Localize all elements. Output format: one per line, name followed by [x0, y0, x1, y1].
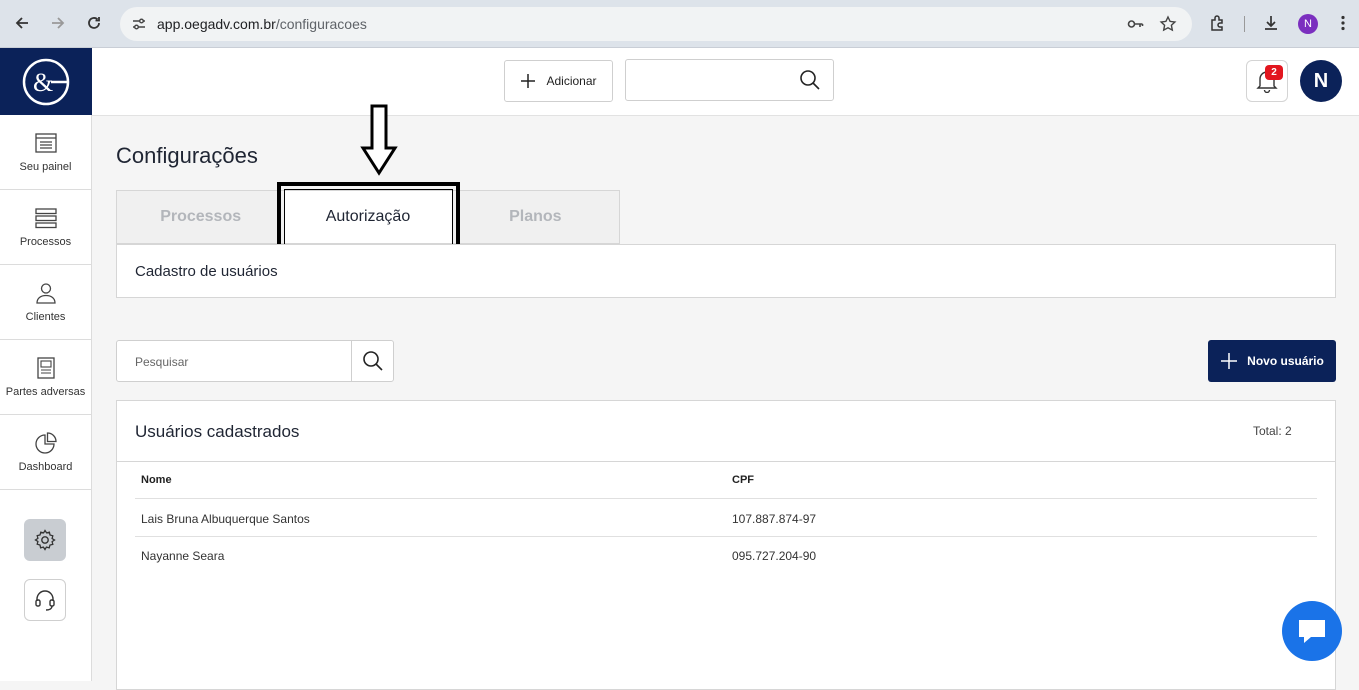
search-icon[interactable]: [799, 69, 821, 91]
back-icon[interactable]: [9, 10, 35, 36]
sidebar-item-processos[interactable]: Processos: [0, 190, 91, 265]
gear-icon: [34, 529, 56, 551]
sidebar-item-label: Clientes: [25, 310, 66, 323]
toolbar-divider: [1244, 16, 1245, 32]
address-bar[interactable]: app.oegadv.com.br/configuracoes: [120, 7, 1192, 41]
sidebar: & Seu painel Processos Clientes Partes a…: [0, 48, 92, 681]
svg-text:&: &: [33, 68, 53, 97]
sidebar-item-clientes[interactable]: Clientes: [0, 265, 91, 340]
reload-icon[interactable]: [81, 10, 107, 36]
users-total: Total: 2: [1253, 424, 1292, 438]
app-logo[interactable]: &: [0, 48, 92, 115]
users-card-title: Usuários cadastrados: [135, 422, 300, 441]
search-placeholder: Pesquisar: [135, 355, 189, 369]
user-avatar[interactable]: N: [1300, 60, 1342, 102]
browser-profile-avatar[interactable]: N: [1298, 14, 1318, 34]
plus-icon: [1221, 353, 1238, 369]
chat-button[interactable]: [1282, 601, 1342, 661]
browser-menu-icon[interactable]: [1330, 10, 1356, 36]
pie-chart-icon: [34, 431, 57, 454]
url-text: app.oegadv.com.br/configuracoes: [157, 16, 367, 32]
sidebar-item-seu-painel[interactable]: Seu painel: [0, 115, 91, 190]
sidebar-item-partes-adversas[interactable]: Partes adversas: [0, 340, 91, 415]
notification-count-badge: 2: [1265, 65, 1283, 80]
table-row-cpf: 107.887.874-97: [732, 512, 817, 526]
sidebar-item-label: Processos: [19, 235, 72, 248]
chat-bubble-icon: [1299, 620, 1325, 643]
user-search-input[interactable]: Pesquisar: [116, 340, 394, 382]
section-label: Cadastro de usuários: [135, 263, 278, 280]
page-title: Configurações: [116, 143, 258, 168]
tab-autorizacao[interactable]: Autorização: [284, 191, 452, 243]
sidebar-item-label: Seu painel: [19, 160, 72, 173]
table-row-cpf: 095.727.204-90: [732, 549, 817, 563]
site-settings-icon[interactable]: [128, 13, 150, 35]
search-icon: [363, 351, 383, 371]
app-header: Adicionar 2 N: [92, 48, 1359, 116]
add-button-label: Adicionar: [546, 74, 597, 88]
bookmark-star-icon[interactable]: [1157, 13, 1179, 35]
sidebar-item-label: Partes adversas: [5, 385, 86, 398]
forward-icon[interactable]: [45, 10, 71, 36]
extensions-icon[interactable]: [1205, 10, 1231, 36]
document-icon: [36, 356, 55, 379]
down-arrow-annotation-icon: [360, 104, 398, 176]
table-row-name: Lais Bruna Albuquerque Santos: [141, 512, 310, 526]
users-card: Usuários cadastrados Total: 2 Nome CPF L…: [116, 400, 1336, 690]
settings-tabs: Processos Autorização Planos: [116, 190, 620, 244]
user-search-button[interactable]: [351, 341, 394, 381]
download-icon[interactable]: [1258, 10, 1284, 36]
support-button[interactable]: [24, 579, 66, 621]
sidebar-item-dashboard[interactable]: Dashboard: [0, 415, 91, 490]
new-user-button[interactable]: Novo usuário: [1208, 340, 1336, 382]
user-icon: [35, 282, 56, 304]
key-icon[interactable]: [1124, 13, 1146, 35]
browser-toolbar: app.oegadv.com.br/configuracoes N: [0, 0, 1359, 48]
settings-button[interactable]: [24, 519, 66, 561]
headset-icon: [35, 590, 55, 611]
plus-icon: [521, 74, 536, 88]
add-button[interactable]: Adicionar: [504, 60, 613, 102]
new-user-label: Novo usuário: [1247, 354, 1324, 368]
stack-icon: [34, 207, 57, 228]
table-row-name: Nayanne Seara: [141, 549, 225, 563]
global-search-input[interactable]: [625, 59, 834, 101]
column-header-nome: Nome: [141, 474, 172, 486]
sidebar-item-label: Dashboard: [18, 460, 73, 473]
tab-processos[interactable]: Processos: [117, 191, 284, 243]
card-divider: [117, 461, 1335, 462]
tab-planos[interactable]: Planos: [452, 191, 619, 243]
row-divider: [135, 536, 1317, 537]
section-header: Cadastro de usuários: [116, 244, 1336, 298]
header-row-divider: [135, 498, 1317, 499]
column-header-cpf: CPF: [732, 474, 754, 486]
dashboard-list-icon: [34, 132, 57, 153]
